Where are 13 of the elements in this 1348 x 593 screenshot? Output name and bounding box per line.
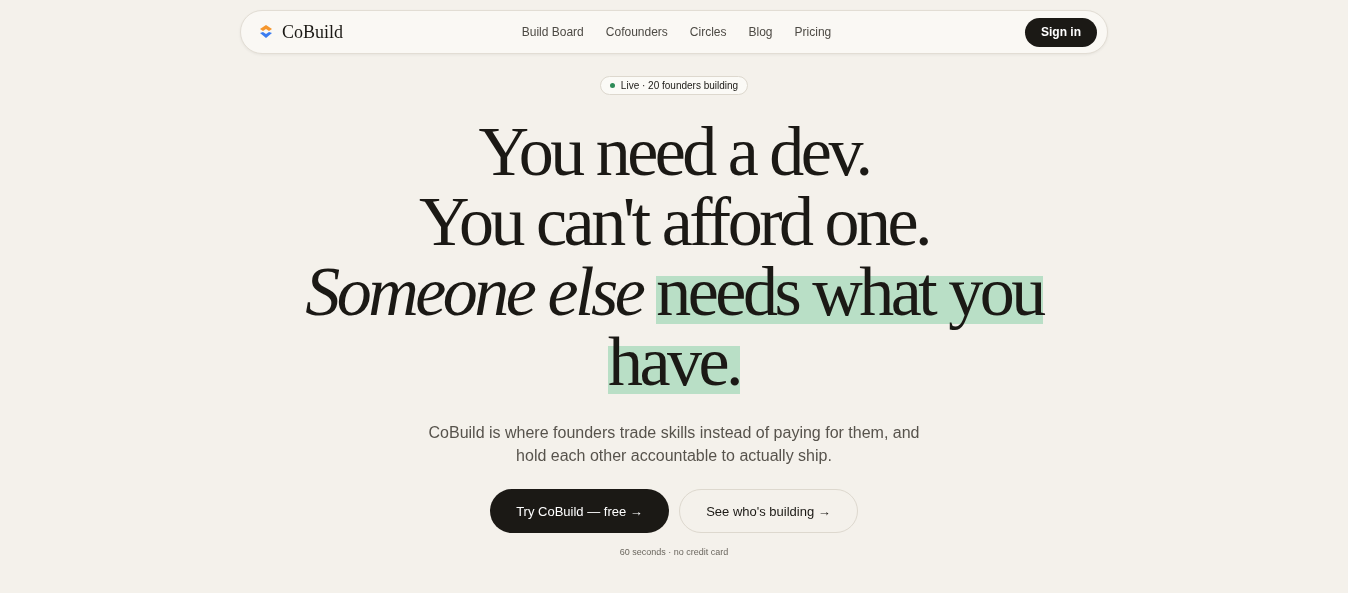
logo-icon xyxy=(258,24,274,40)
nav-link[interactable]: Cofounders xyxy=(605,25,668,39)
nav-link[interactable]: Circles xyxy=(689,25,727,39)
nav-link[interactable]: Pricing xyxy=(794,25,832,39)
nav-link[interactable]: Build Board xyxy=(521,25,584,39)
try-button[interactable]: Try CoBuild — free → xyxy=(490,489,669,533)
badge-text: Live · 20 founders building xyxy=(620,80,739,91)
sign-in-button[interactable]: Sign in xyxy=(1025,17,1097,47)
nav-link[interactable]: Blog xyxy=(748,25,773,39)
subtitle: CoBuild is where founders trade skills instead of paying for them, and hold each other accountable to actually ship. xyxy=(427,423,921,466)
headline: You need a dev. You can't afford one. Someone else needs what you have. xyxy=(304,117,1045,397)
brand-name[interactable]: CoBuild xyxy=(282,21,343,43)
note-text: 60 seconds · no credit card xyxy=(619,547,729,557)
